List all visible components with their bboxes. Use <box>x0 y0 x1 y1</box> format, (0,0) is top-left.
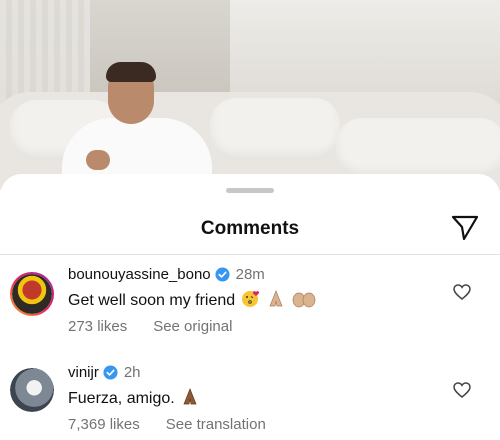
likes-count[interactable]: 7,369 likes <box>68 416 140 433</box>
like-heart-icon[interactable] <box>453 284 471 300</box>
like-heart-icon[interactable] <box>453 382 471 398</box>
avatar[interactable] <box>10 368 54 412</box>
avatar[interactable] <box>10 272 54 316</box>
comment-item: vinijr 2h Fuerza, amigo. 7,369 likes See… <box>0 364 500 440</box>
comment-text: Fuerza, amigo. <box>68 388 200 408</box>
comment-timestamp: 2h <box>123 364 141 381</box>
likes-count[interactable]: 273 likes <box>68 318 127 335</box>
background-video-frame <box>0 0 500 190</box>
see-translation-link[interactable]: See translation <box>166 416 266 433</box>
comment-timestamp: 28m <box>235 266 265 283</box>
folded-hands-icon <box>183 388 197 405</box>
person-hand <box>86 150 110 170</box>
comment-meta: 273 likes See original <box>68 318 232 335</box>
verified-badge-icon <box>103 365 118 380</box>
comment-author[interactable]: vinijr 2h <box>68 364 141 381</box>
divider <box>0 254 500 255</box>
kissing-face-with-heart-icon <box>241 291 259 307</box>
comment-text: Get well soon my friend <box>68 290 316 310</box>
sheet-grabber[interactable] <box>226 188 274 193</box>
raised-hands-icon <box>292 292 315 308</box>
person-hair <box>106 62 156 82</box>
comment-body: Get well soon my friend <box>68 292 236 309</box>
share-send-icon[interactable] <box>450 214 480 242</box>
sheet-title: Comments <box>200 218 300 239</box>
verified-badge-icon <box>215 267 230 282</box>
comment-item: bounouyassine_bono 28m Get well soon my … <box>0 266 500 346</box>
comment-meta: 7,369 likes See translation <box>68 416 266 433</box>
comment-author[interactable]: bounouyassine_bono 28m <box>68 266 265 283</box>
sofa-cushion <box>336 118 500 178</box>
username[interactable]: vinijr <box>68 364 99 381</box>
sofa-cushion <box>210 98 340 160</box>
comment-body: Fuerza, amigo. <box>68 390 175 407</box>
folded-hands-icon <box>269 290 283 307</box>
username[interactable]: bounouyassine_bono <box>68 266 211 283</box>
see-original-link[interactable]: See original <box>153 318 232 335</box>
comments-sheet: Comments bounouyassine_bono 28m Get well… <box>0 174 500 440</box>
